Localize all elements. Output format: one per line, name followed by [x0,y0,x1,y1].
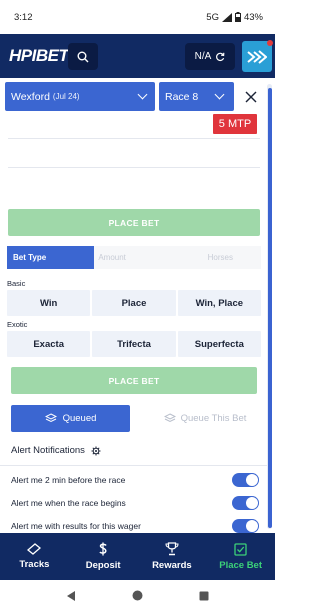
exotic-section-label: Exotic [7,320,28,329]
trophy-icon [165,542,179,556]
alert-row: Alert me 2 min before the race [0,468,267,491]
app-header: HPIBET N/A [0,34,275,112]
close-icon [245,91,257,102]
dollar-icon [99,542,107,556]
bet-type-win-place[interactable]: Win, Place [177,290,261,316]
horse-logo-icon [247,49,267,64]
queue-this-bet-button[interactable]: Queue This Bet [150,405,260,432]
race-selector[interactable]: Race 8 [159,82,234,111]
bet-type-place[interactable]: Place [92,290,176,316]
bet-type-win[interactable]: Win [7,290,91,316]
gear-icon[interactable] [91,446,101,456]
layers-icon [44,413,57,423]
network-label: 5G [206,11,219,23]
balance-button[interactable]: N/A [185,43,235,70]
search-icon [77,51,89,62]
layers-icon [163,413,176,423]
tab-bet-type[interactable]: Bet Type [7,246,95,269]
alert-toggle[interactable] [232,519,259,533]
divider [0,465,267,466]
alert-notifications-header: Alert Notifications [11,445,101,456]
race-number: Race 8 [165,90,199,103]
ticket-icon [27,543,42,555]
tab-horses[interactable]: Horses [179,246,261,269]
bet-type-superfecta[interactable]: Superfecta [177,331,261,357]
bet-type-trifecta[interactable]: Trifecta [92,331,176,357]
nav-rewards[interactable]: Rewards [138,533,207,580]
bet-type-exacta[interactable]: Exacta [7,331,91,357]
nav-place-bet[interactable]: Place Bet [206,533,275,580]
queued-label: Queued [62,413,97,424]
track-name: Wexford [11,90,50,103]
balance-value: N/A [194,51,212,62]
checkbox-icon [234,542,247,556]
nav-deposit[interactable]: Deposit [69,533,138,580]
alert-label: Alert me when the race begins [11,497,126,508]
divider [8,138,260,139]
mtp-badge: 5 MTP [213,114,257,134]
nav-label: Tracks [19,559,50,570]
refresh-icon [216,52,225,61]
nav-label: Deposit [85,560,121,571]
alert-toggle[interactable] [232,496,259,510]
alert-toggle[interactable] [232,473,259,487]
basic-bet-types: Win Place Win, Place [7,290,261,316]
chevron-down-icon [137,89,148,100]
track-date: (Jul 24) [52,92,80,101]
exotic-bet-types: Exacta Trifecta Superfecta [7,331,261,357]
tab-amount[interactable]: Amount [94,246,180,269]
alert-label: Alert me with results for this wager [11,520,141,531]
nav-label: Rewards [152,560,192,571]
bottom-nav: Tracks Deposit Rewards Place Bet [0,533,275,580]
alert-label: Alert me 2 min before the race [11,474,126,485]
notification-dot [267,40,273,46]
battery-icon [234,12,241,22]
bet-slip-panel: Wexford (Jul 24) Race 8 5 MTP PLACE BET … [0,78,275,533]
place-bet-button[interactable]: PLACE BET [8,209,260,236]
home-icon[interactable] [132,590,143,601]
queue-this-label: Queue This Bet [180,413,247,424]
system-nav-bar [0,580,275,611]
recents-icon[interactable] [199,591,209,601]
status-bar: 3:12 5G 43% [0,0,275,34]
nav-label: Place Bet [219,559,263,571]
alert-row: Alert me with results for this wager [0,514,267,533]
track-selector[interactable]: Wexford (Jul 24) [5,82,155,111]
chevron-down-icon [214,89,225,100]
place-bet-button-secondary[interactable]: PLACE BET [11,367,257,394]
app-logo[interactable]: HPIBET [9,46,69,66]
alert-row: Alert me when the race begins [0,491,267,514]
status-indicators: 5G 43% [206,12,263,23]
signal-icon [221,12,232,22]
status-time: 3:12 [14,11,33,23]
profile-button[interactable] [242,40,273,72]
battery-level: 43% [243,11,263,23]
divider [8,167,260,168]
scrollbar-thumb[interactable] [268,88,272,528]
bet-tabs: Bet Type Amount Horses [7,246,261,269]
back-icon[interactable] [66,590,76,602]
basic-section-label: Basic [7,279,26,288]
queued-button[interactable]: Queued [11,405,130,432]
search-button[interactable] [68,43,98,70]
nav-tracks[interactable]: Tracks [0,533,69,580]
alert-notifications-title: Alert Notifications [11,445,85,456]
close-button[interactable] [239,83,263,110]
